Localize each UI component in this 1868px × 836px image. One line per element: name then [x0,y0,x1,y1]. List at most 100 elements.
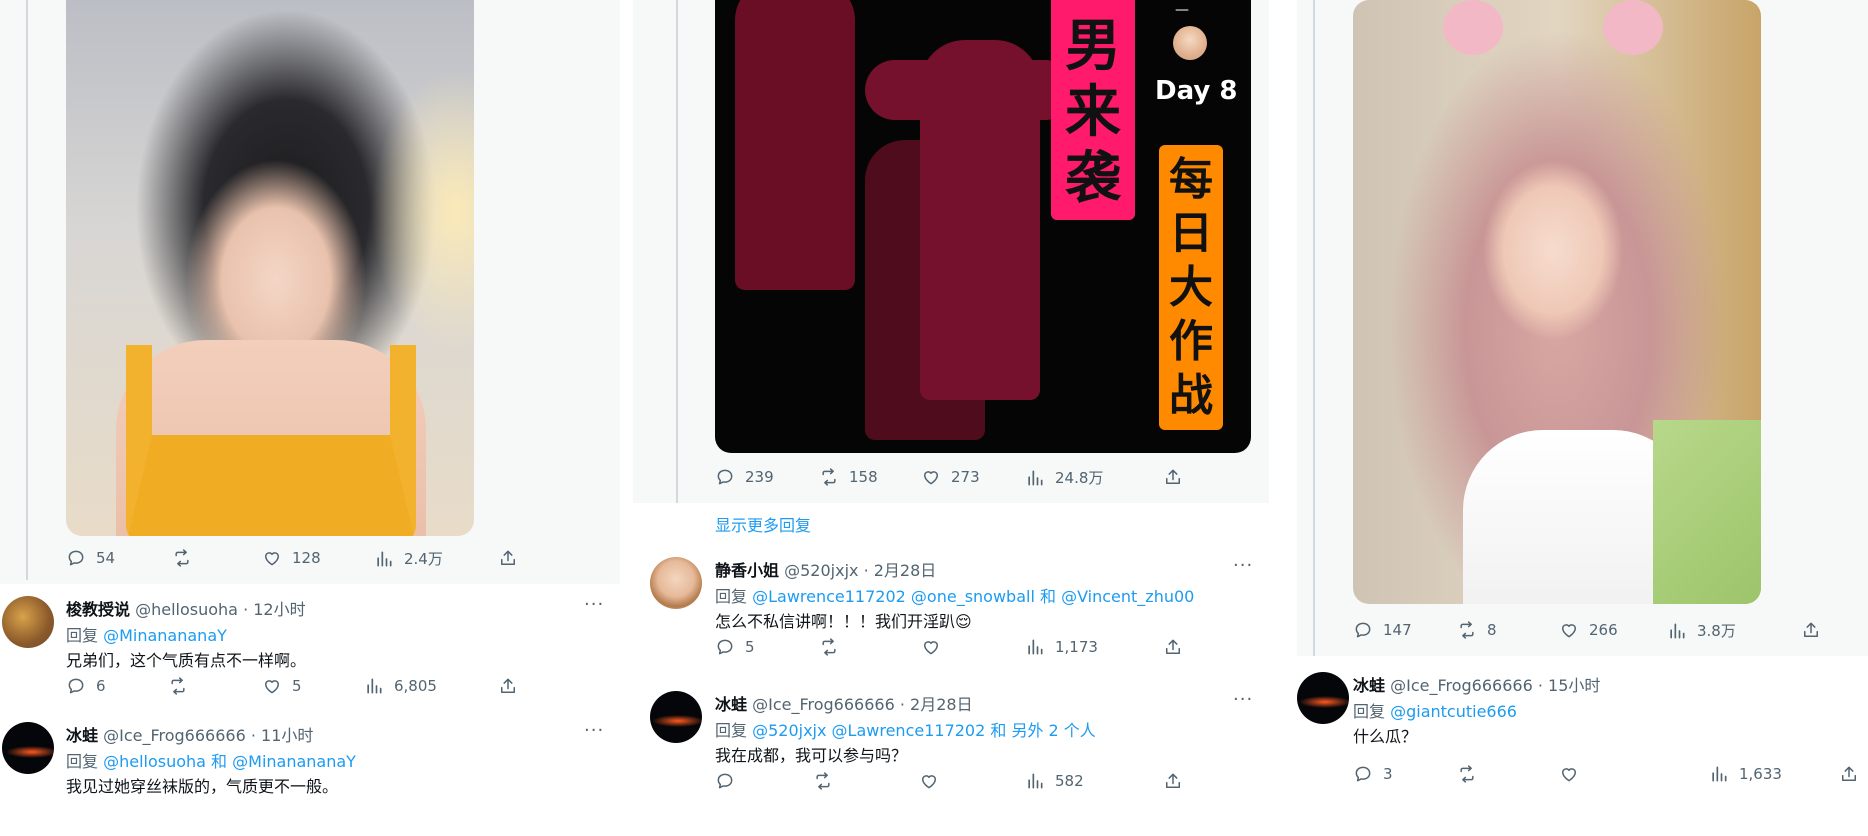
author-name[interactable]: 静香小姐 [715,561,779,580]
like-button[interactable] [921,637,951,657]
like-icon [919,771,939,791]
timestamp[interactable]: · 12小时 [243,600,306,619]
mention-link[interactable]: @giantcutie666 [1390,702,1517,721]
author-name[interactable]: 冰蛙 [66,726,98,745]
mention-link[interactable]: @Lawrence117202 @one_snowball 和 @Vincent… [752,587,1194,606]
reply-button[interactable]: 6 [66,676,106,696]
post-image-poster[interactable]: 男 来 袭 — Day 8 每 日 大 作 战 [715,0,1251,453]
retweet-icon [819,637,839,657]
like-button[interactable] [1559,764,1589,784]
author-handle[interactable]: @Ice_Frog666666 [752,695,895,714]
avatar[interactable] [2,596,54,648]
tweet-column-3: 147 8 266 3.8万 冰蛙 @Ice_Frog666666 · 15小时… [1297,0,1868,800]
share-button[interactable] [1163,637,1183,657]
views-button[interactable]: 582 [1025,771,1084,791]
like-icon [921,637,941,657]
like-button[interactable] [919,771,949,791]
show-more-replies-link[interactable]: 显示更多回复 [715,512,811,536]
more-icon[interactable]: ··· [1233,555,1253,576]
more-icon[interactable]: ··· [1233,689,1253,710]
author-handle[interactable]: @520jxjx [784,561,858,580]
reply-tweet[interactable]: 梭教授说 @hellosuoha · 12小时 ··· 回复 @Minanana… [0,584,620,704]
reply-button[interactable]: 5 [715,637,755,657]
reply-button[interactable]: 3 [1353,764,1393,784]
author-name[interactable]: 冰蛙 [715,695,747,714]
post-actions: 54 128 2.4万 [66,548,526,574]
reply-tweet[interactable]: 静香小姐 @520jxjx · 2月28日 ··· 回复 @Lawrence11… [633,547,1269,681]
views-button[interactable]: 6,805 [364,676,437,696]
share-icon [1801,620,1821,640]
like-icon [1559,620,1579,640]
views-icon [1667,621,1687,641]
like-button[interactable]: 5 [262,676,302,696]
author-handle[interactable]: @Ice_Frog666666 [103,726,246,745]
like-icon [262,676,282,696]
views-button[interactable]: 3.8万 [1667,620,1736,641]
retweet-button[interactable] [172,548,202,568]
views-button[interactable]: 2.4万 [374,548,443,569]
retweet-button[interactable]: 8 [1457,620,1497,640]
retweet-button[interactable] [819,637,849,657]
author-name[interactable]: 梭教授说 [66,600,130,619]
share-icon [1163,467,1183,487]
retweet-button[interactable] [1457,764,1487,784]
reply-button[interactable] [715,771,745,791]
share-button[interactable] [498,548,518,568]
reply-button[interactable]: 54 [66,548,115,568]
like-icon [921,467,941,487]
retweet-button[interactable] [168,676,198,696]
author-handle[interactable]: @Ice_Frog666666 [1390,676,1533,695]
views-icon [1025,771,1045,791]
poster-subtitle-banner: 每 日 大 作 战 [1159,145,1223,430]
views-button[interactable]: 1,173 [1025,637,1098,657]
share-icon [1839,764,1859,784]
like-button[interactable]: 273 [921,467,980,487]
post-image-woman-selfie[interactable] [1353,0,1761,604]
author-name[interactable]: 冰蛙 [1353,676,1385,695]
poster-dash: — [1175,2,1189,18]
reply-icon [715,637,735,657]
reply-button[interactable]: 147 [1353,620,1412,640]
like-icon [262,548,282,568]
post-image-woman-portrait[interactable] [66,0,474,536]
reply-header: 梭教授说 @hellosuoha · 12小时 [66,596,306,620]
avatar[interactable] [2,722,54,774]
share-button[interactable] [1163,467,1183,487]
mention-link[interactable]: @520jxjx @Lawrence117202 和 另外 2 个人 [752,721,1096,740]
views-button[interactable]: 1,633 [1709,764,1782,784]
like-button[interactable]: 128 [262,548,321,568]
post-actions: 147 8 266 3.8万 [1353,620,1823,646]
share-button[interactable] [1163,771,1183,791]
reply-button[interactable]: 239 [715,467,774,487]
author-handle[interactable]: @hellosuoha [135,600,238,619]
avatar[interactable] [650,691,702,743]
retweet-button[interactable] [813,771,843,791]
reply-tweet[interactable]: 冰蛙 @Ice_Frog666666 · 11小时 ··· 回复 @hellos… [0,710,620,800]
reply-tweet[interactable]: 冰蛙 @Ice_Frog666666 · 2月28日 ··· 回复 @520jx… [633,681,1269,800]
reply-actions: 5 1,173 [715,637,1185,663]
retweet-icon [819,467,839,487]
reply-actions: 3 1,633 [1353,764,1823,790]
share-icon [1163,637,1183,657]
reply-actions: 6 5 6,805 [66,676,526,702]
avatar[interactable] [1297,672,1349,724]
share-button[interactable] [1839,764,1859,784]
more-icon[interactable]: ··· [584,720,604,741]
more-icon[interactable]: ··· [584,594,604,615]
avatar[interactable] [650,557,702,609]
retweet-icon [1457,764,1477,784]
retweet-button[interactable]: 158 [819,467,878,487]
timestamp[interactable]: · 2月28日 [864,561,937,580]
share-button[interactable] [498,676,518,696]
mention-link[interactable]: @hellosuoha 和 @MinanananaY [103,752,356,771]
thread-line [1313,0,1315,690]
reply-header: 冰蛙 @Ice_Frog666666 · 15小时 [1353,672,1600,696]
timestamp[interactable]: · 2月28日 [900,695,973,714]
mention-link[interactable]: @MinanananaY [103,626,227,645]
reply-tweet[interactable]: 冰蛙 @Ice_Frog666666 · 15小时 回复 @giantcutie… [1297,656,1868,800]
share-button[interactable] [1801,620,1821,640]
like-button[interactable]: 266 [1559,620,1618,640]
timestamp[interactable]: · 11小时 [251,726,314,745]
timestamp[interactable]: · 15小时 [1538,676,1601,695]
views-button[interactable]: 24.8万 [1025,467,1103,488]
